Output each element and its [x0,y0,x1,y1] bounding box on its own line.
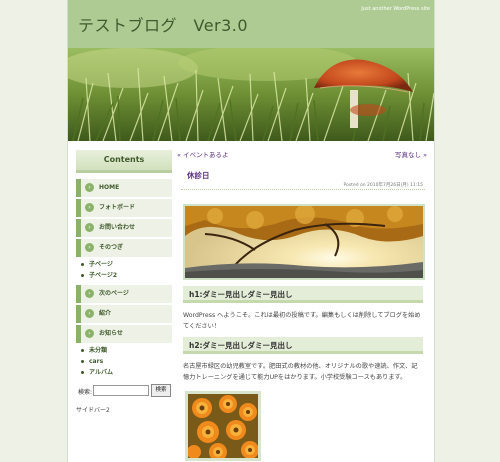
post-title[interactable]: 休診日 [187,170,210,181]
search-input[interactable] [93,385,149,396]
sidebar-item-label: 紹介 [99,310,112,317]
sidebar-item-label: お知らせ [99,330,123,337]
sidebar: Contents › HOME › フォトボード › お問い合わせ › そのつぎ… [76,150,172,414]
sidebar-item-news[interactable]: › お知らせ [76,325,172,343]
next-post-link[interactable]: 写真なし » [395,149,427,159]
search-button[interactable]: 検索 [151,384,171,397]
sidebar-nav: › HOME › フォトボード › お問い合わせ › そのつぎ 子ページ 子ペー… [76,179,172,378]
sidebar-subitem-child-page-2[interactable]: 子ページ2 [76,270,172,281]
sidebar-categories: 未分類 cars アルバム [76,345,172,378]
sidebar-item-next-page[interactable]: › 次のページ [76,285,172,303]
header-image [68,48,434,141]
sidebar-item-label: HOME [99,184,120,191]
page-container: テストブログ Ver3.0 Just another WordPress sit… [67,0,435,462]
sidebar-item-introduction[interactable]: › 紹介 [76,305,172,323]
sidebar-item-photoboard[interactable]: › フォトボード [76,199,172,217]
heading-h2: h2:ダミー見出しダミー見出し [183,337,423,354]
category-cars[interactable]: cars [76,356,172,367]
post-photo-flowers [185,391,261,461]
sidebar-item-label: 次のページ [99,290,129,297]
post-photo-autumn-tree [183,204,425,280]
heading-h1: h1:ダミー見出しダミー見出し [183,286,423,303]
arrow-right-icon: › [85,183,94,192]
search-form: 検索: 検索 [76,384,172,398]
sidebar-subitem-child-page[interactable]: 子ページ [76,259,172,270]
post-header: 休診日 Posted on 2010年7月26日(月) 11:15 [181,167,425,190]
arrow-right-icon: › [85,203,94,212]
sidebar-item-label: お問い合わせ [99,224,136,231]
search-label: 検索: [78,389,93,396]
sidebar-heading: Contents [76,150,172,173]
paragraph-description: 名古屋市緑区の幼児教室です。肥田式の教材の他、オリジナルの歌や速読、作文、記憶力… [183,363,418,381]
site-tagline: Just another WordPress site [361,6,430,12]
sidebar-item-label: フォトボード [99,204,136,211]
autumn-tree-photo [185,204,423,279]
category-album[interactable]: アルバム [76,367,172,378]
prev-post-link[interactable]: « イベントあるよ [177,149,229,159]
main-content: « イベントあるよ 写真なし » 休診日 Posted on 2010年7月26… [177,146,427,461]
sidebar-item-sonotsugi[interactable]: › そのつぎ [76,239,172,257]
sidebar-item-label: そのつぎ [99,244,124,251]
arrow-right-icon: › [85,329,94,338]
sidebar-2-label: サイドバー2 [76,407,110,414]
site-title[interactable]: テストブログ Ver3.0 [78,12,248,36]
arrow-right-icon: › [85,289,94,298]
sidebar-subpages: 子ページ 子ページ2 [76,259,172,281]
orange-flowers-photo [187,394,259,461]
arrow-right-icon: › [85,243,94,252]
arrow-right-icon: › [85,223,94,232]
post-navigation: « イベントあるよ 写真なし » [177,146,427,159]
mushroom-grass-photo [68,48,434,141]
sidebar-item-contact[interactable]: › お問い合わせ [76,219,172,237]
paragraph-welcome: WordPress へようこそ。これは最初の投稿です。編集もしくは削除してブログ… [183,312,421,330]
post-meta: Posted on 2010年7月26日(月) 11:15 [343,183,423,188]
category-uncategorized[interactable]: 未分類 [76,345,172,356]
sidebar-item-home[interactable]: › HOME [76,179,172,197]
arrow-right-icon: › [85,309,94,318]
site-header: テストブログ Ver3.0 Just another WordPress sit… [68,0,434,48]
